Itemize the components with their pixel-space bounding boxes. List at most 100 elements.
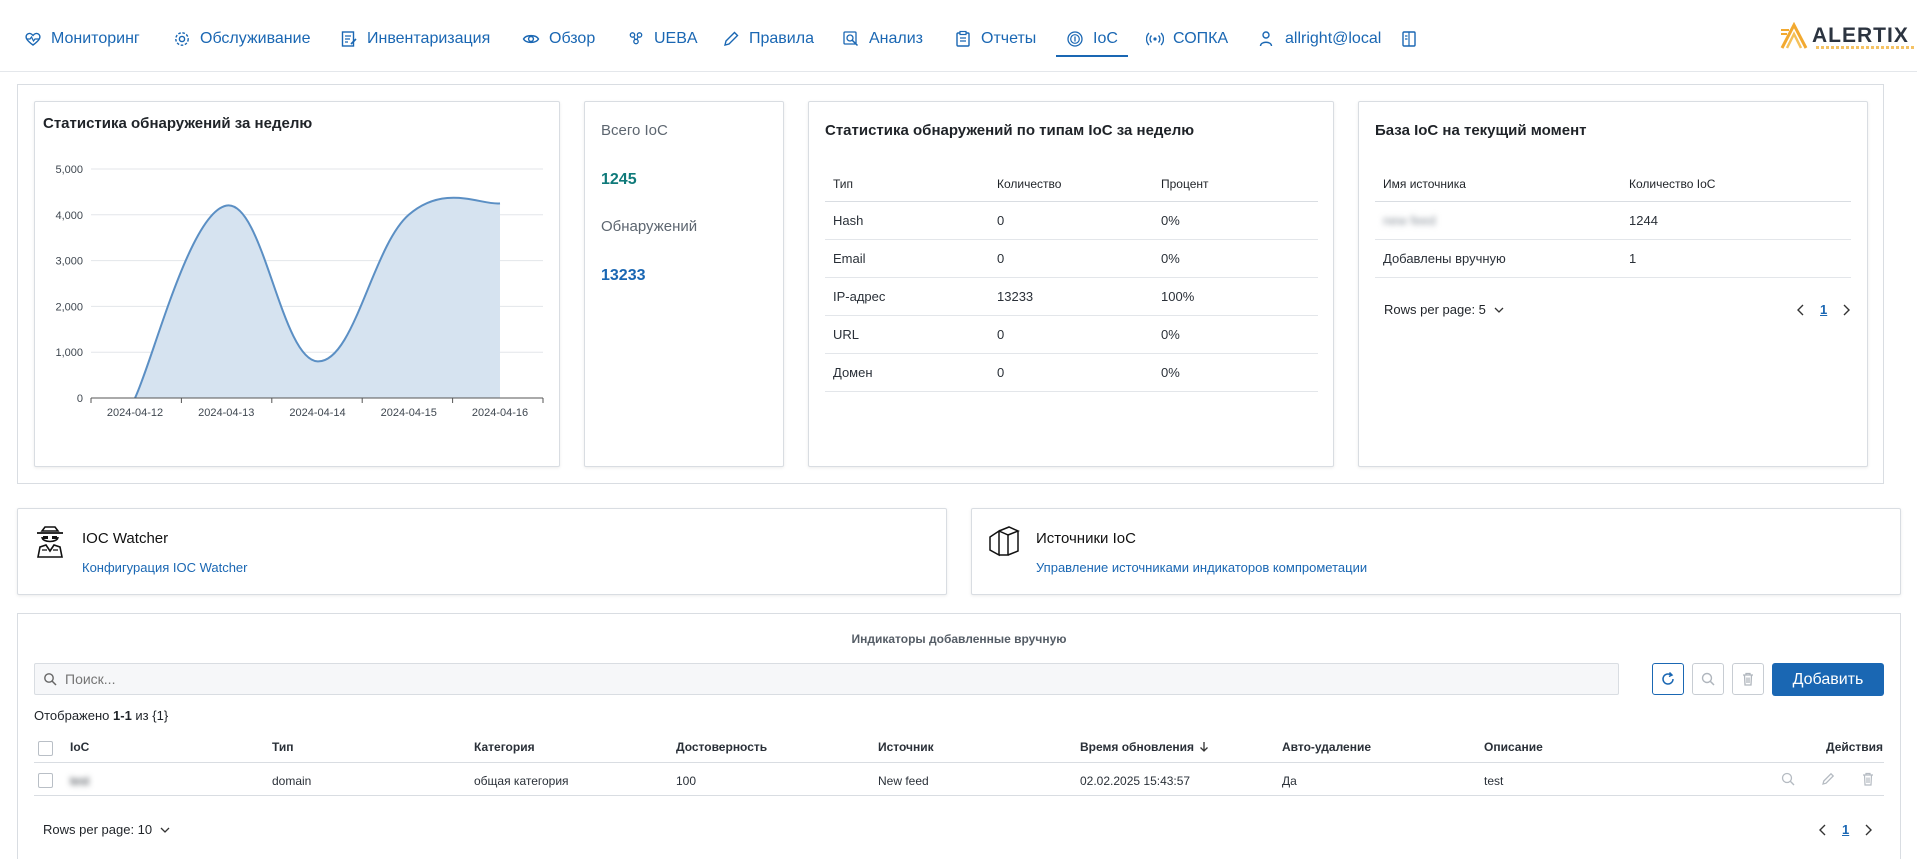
column-header-source[interactable]: Источник [878,740,934,754]
y-tick-label: 0 [77,393,83,405]
logo-mark-icon [1780,22,1808,49]
search-filter-button[interactable] [1692,663,1724,695]
ioc-updated-cell: 02.02.2025 15:43:57 [1080,774,1191,788]
column-header-confidence[interactable]: Достоверность [676,740,767,754]
ioc-types-card: Статистика обнаружений по типам IoC за н… [808,101,1334,467]
table-cell: URL [825,315,989,354]
source-name-redacted: new feed [1383,212,1436,228]
page-number[interactable]: 1 [1820,302,1827,317]
table-cell: 0 [989,201,1153,240]
logo-text: ALERTIX [1812,24,1909,47]
row-checkbox[interactable] [38,773,53,788]
x-tick-label: 2024-04-16 [472,407,528,419]
search-input[interactable] [65,671,1565,687]
table-row: new feed 1244 [1375,201,1851,240]
nav-reports[interactable]: Отчеты [954,26,1036,52]
total-ioc-value: 1245 [601,171,637,188]
chevron-right-icon[interactable] [1841,303,1851,317]
table-cell: 1244 [1621,201,1851,240]
chevron-down-icon [160,827,170,833]
column-header-ioc[interactable]: IoC [70,740,89,754]
nav-sopka[interactable]: СОПКА [1146,26,1228,52]
panel-toggle-button[interactable] [1400,26,1418,52]
column-header-updated[interactable]: Время обновления [1080,740,1209,754]
column-header: Количество [989,168,1153,202]
sort-desc-icon [1200,742,1208,752]
total-ioc-label: Всего IoC [601,122,668,139]
table-cell: 1 [1621,239,1851,278]
column-header-category[interactable]: Категория [474,740,535,754]
boxes-icon [989,526,1020,557]
nav-ioc[interactable]: IoC [1056,26,1128,57]
table-cell: Email [825,239,989,278]
nav-analysis[interactable]: Анализ [842,26,923,52]
search-field[interactable] [34,663,1619,695]
table-row: URL 0 0% [825,315,1318,354]
add-button[interactable]: Добавить [1772,663,1884,696]
magnify-icon [843,31,859,47]
shown-count: Отображено 1-1 из {1} [34,708,168,723]
shown-suffix: из {1} [131,708,169,723]
table-row: IP-адрес 13233 100% [825,277,1318,316]
brand-logo: ALERTIX [1780,22,1916,50]
ioc-confidence-cell: 100 [676,774,697,788]
table-row: Добавлены вручную 1 [1375,239,1851,278]
table-cell: Hash [825,201,989,240]
clipboard-icon [956,30,970,47]
refresh-button[interactable] [1652,663,1684,695]
chevron-down-icon [1494,307,1504,313]
page-number[interactable]: 1 [1842,822,1849,837]
y-tick-label: 2,000 [55,301,83,313]
table-row: Email 0 0% [825,239,1318,278]
select-all-checkbox[interactable] [38,741,53,756]
nav-label: Обслуживание [200,30,311,47]
spy-agent-icon [37,526,63,558]
nav-label: Анализ [869,30,924,47]
nav-user[interactable]: allright@local [1258,26,1381,52]
rows-per-page-select[interactable]: Rows per page: 5 [1384,302,1504,317]
x-tick-label: 2024-04-15 [381,407,437,419]
column-header: Имя источника [1375,168,1621,202]
column-header-type[interactable]: Тип [272,740,294,754]
column-header-autodelete[interactable]: Авто-удаление [1282,740,1371,754]
nav-overview[interactable]: Обзор [522,26,595,52]
y-tick-label: 4,000 [55,210,83,222]
top-navigation: Мониторинг Обслуживание Инвентаризация О… [0,0,1917,72]
watcher-title: IOC Watcher [82,530,169,547]
chevron-left-icon[interactable] [1818,823,1828,837]
sources-title: Источники IoC [1036,530,1136,547]
nav-label: Мониторинг [51,30,140,47]
y-tick-label: 3,000 [55,256,83,268]
shown-prefix: Отображено [34,708,114,723]
detections-label: Обнаружений [601,218,698,235]
nav-label: allright@local [1285,30,1382,47]
trash-icon [1743,672,1753,686]
sources-manage-link[interactable]: Управление источниками индикаторов компр… [1036,560,1367,575]
y-tick-label: 5,000 [55,164,83,176]
nav-ueba[interactable]: UEBA [627,26,698,52]
column-header-description[interactable]: Описание [1484,740,1543,754]
nav-label: Обзор [549,30,596,47]
logo-tagline [1816,46,1916,49]
rows-per-page-select[interactable]: Rows per page: 10 [43,822,170,837]
nav-rules[interactable]: Правила [722,26,814,52]
table-row: Домен 0 0% [825,353,1318,392]
edit-icon[interactable] [1820,771,1836,787]
nav-inventory[interactable]: Инвентаризация [340,26,490,52]
table-cell: Домен [825,353,989,392]
table-cell: 0% [1153,201,1318,240]
nav-monitoring[interactable]: Мониторинг [24,26,140,52]
delete-icon[interactable] [1860,771,1876,787]
book-icon [1402,31,1416,47]
table-cell: 0 [989,353,1153,392]
delete-selected-button[interactable] [1732,663,1764,695]
nav-maintenance[interactable]: Обслуживание [173,26,310,52]
chevron-left-icon[interactable] [1796,303,1806,317]
x-tick-label: 2024-04-12 [107,407,163,419]
view-icon[interactable] [1780,771,1796,787]
chevron-right-icon[interactable] [1863,823,1873,837]
table-cell: IP-адрес [825,277,989,316]
ioc-sources-card: Источники IoC Управление источниками инд… [971,508,1901,595]
watcher-config-link[interactable]: Конфигурация IOC Watcher [82,560,248,575]
ioc-base-card: База IoC на текущий момент Имя источника… [1358,101,1868,467]
